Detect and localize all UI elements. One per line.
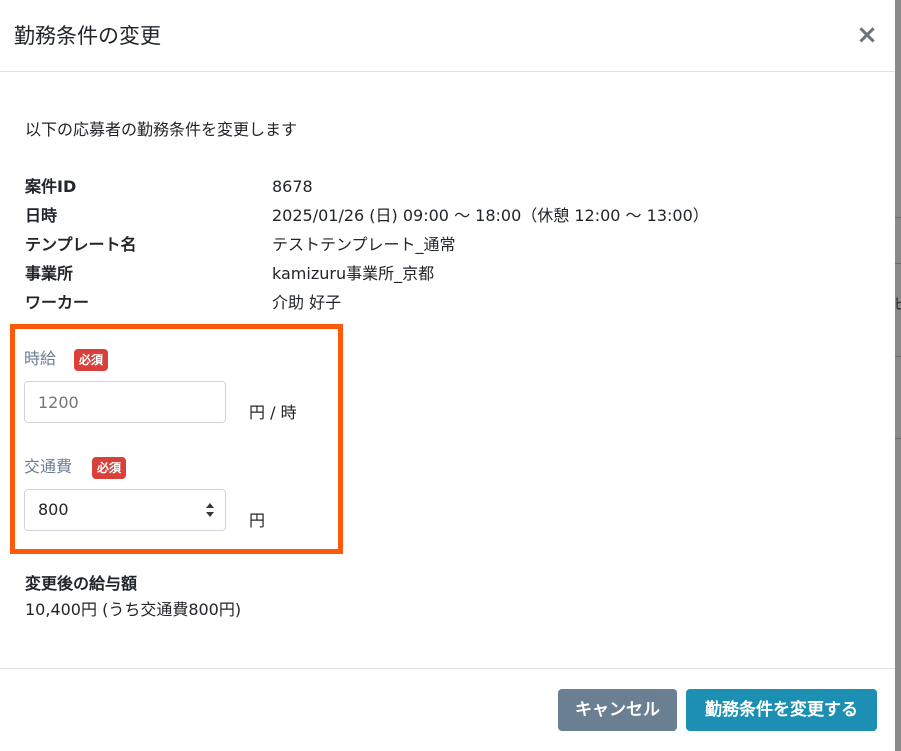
backdrop-divider xyxy=(895,438,901,439)
transport-fee-label: 交通費 xyxy=(24,457,73,476)
result-value: 10,400円 (うち交通費800円) xyxy=(25,600,242,619)
close-button[interactable]: × xyxy=(852,20,882,50)
info-row-template: テンプレート名 テストテンプレート_通常 xyxy=(25,233,885,257)
info-label: ワーカー xyxy=(25,293,90,312)
info-row-case-id: 案件ID 8678 xyxy=(25,175,885,199)
cancel-button[interactable]: キャンセル xyxy=(558,689,677,731)
modal-footer: キャンセル 勤務条件を変更する xyxy=(0,668,895,751)
backdrop-divider xyxy=(895,217,901,218)
info-row-office: 事業所 kamizuru事業所_京都 xyxy=(25,262,885,286)
change-conditions-modal: 勤務条件の変更 × 以下の応募者の勤務条件を変更します 案件ID 8678 日時… xyxy=(0,0,895,751)
submit-button[interactable]: 勤務条件を変更する xyxy=(686,689,877,731)
info-value: 介助 好子 xyxy=(272,293,342,312)
info-label: 事業所 xyxy=(25,264,74,283)
transport-fee-unit: 円 xyxy=(249,511,266,530)
info-label: 案件ID xyxy=(25,177,77,196)
transport-fee-select[interactable]: 800 xyxy=(24,489,226,531)
result-title: 変更後の給与額 xyxy=(25,574,138,593)
info-value: kamizuru事業所_京都 xyxy=(272,264,435,283)
required-badge: 必須 xyxy=(92,457,127,479)
backdrop-divider xyxy=(895,356,901,357)
hourly-wage-unit: 円 / 時 xyxy=(249,403,297,422)
intro-text: 以下の応募者の勤務条件を変更します xyxy=(25,120,298,139)
modal-header: 勤務条件の変更 × xyxy=(0,0,895,72)
info-value: テストテンプレート_通常 xyxy=(272,235,456,254)
info-value: 2025/01/26 (日) 09:00 〜 18:00（休憩 12:00 〜 … xyxy=(272,206,709,225)
info-value: 8678 xyxy=(272,177,313,196)
close-icon: × xyxy=(856,20,878,50)
info-row-datetime: 日時 2025/01/26 (日) 09:00 〜 18:00（休憩 12:00… xyxy=(25,204,885,228)
modal-title: 勤務条件の変更 xyxy=(14,24,161,48)
info-label: 日時 xyxy=(25,206,58,225)
select-arrows-icon xyxy=(206,503,214,517)
info-row-worker: ワーカー 介助 好子 xyxy=(25,291,885,315)
hourly-wage-label: 時給 xyxy=(24,349,57,368)
transport-fee-selected: 800 xyxy=(38,500,69,519)
page-backdrop xyxy=(895,0,901,751)
backdrop-divider xyxy=(895,263,901,264)
hourly-wage-input[interactable] xyxy=(24,381,226,423)
info-label: テンプレート名 xyxy=(25,235,137,254)
required-badge: 必須 xyxy=(74,349,109,371)
